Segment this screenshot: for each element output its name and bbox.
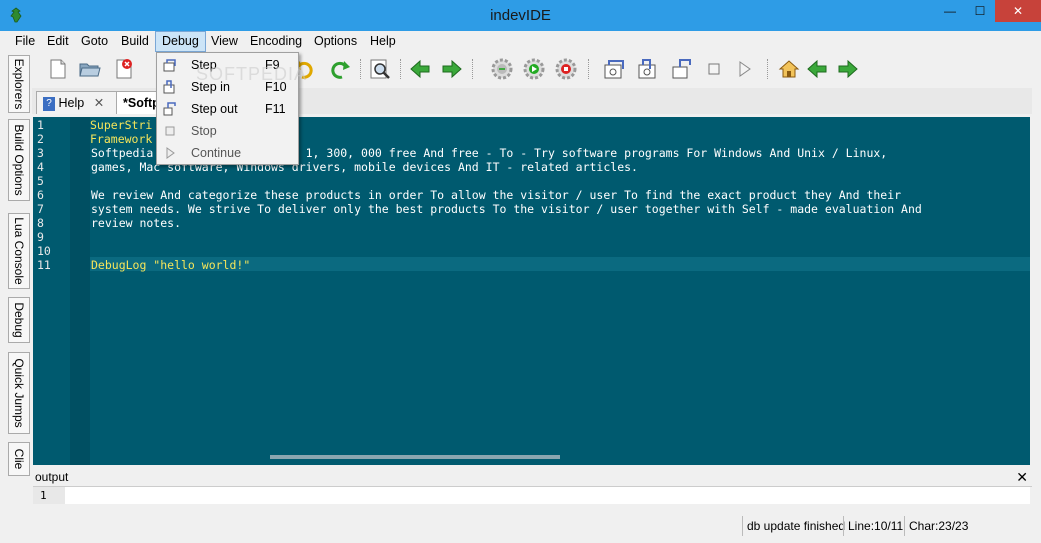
menu-build[interactable]: Build <box>115 33 155 50</box>
step-in-icon[interactable] <box>636 57 660 81</box>
home-icon[interactable] <box>777 57 801 81</box>
menu-help[interactable]: Help <box>364 33 402 50</box>
line-number: 10 <box>37 244 51 258</box>
line-number: 5 <box>37 174 44 188</box>
redo-icon[interactable] <box>328 57 352 81</box>
continue-icon[interactable] <box>732 57 756 81</box>
output-line-number: 1 <box>33 487 65 504</box>
horizontal-scrollbar[interactable] <box>90 452 1030 462</box>
maximize-button[interactable]: ☐ <box>965 0 995 22</box>
line-number: 9 <box>37 230 44 244</box>
output-header: output ✕ <box>33 468 1032 487</box>
run-gear-icon[interactable] <box>522 57 546 81</box>
output-panel: output ✕ 1 <box>33 468 1032 508</box>
menu-edit[interactable]: Edit <box>41 33 75 50</box>
title-bar: indevIDE — ☐ ✕ <box>0 0 1041 31</box>
nav-back-icon[interactable] <box>408 57 432 81</box>
history-forward-icon[interactable] <box>836 57 860 81</box>
side-tab-build-options[interactable]: Build Options <box>8 119 30 201</box>
stop-debug-icon[interactable] <box>702 57 726 81</box>
line-number: 8 <box>37 216 44 230</box>
find-icon[interactable] <box>368 57 392 81</box>
code-line: system needs. We strive To deliver only … <box>91 202 922 216</box>
line-number: 6 <box>37 188 44 202</box>
stop-icon <box>165 126 175 136</box>
tab-help[interactable]: ? Help ✕ <box>36 91 122 114</box>
output-title: output <box>35 470 69 484</box>
code-line: review notes. <box>91 216 182 230</box>
continue-icon <box>166 147 175 159</box>
status-message: db update finished <box>742 516 845 536</box>
side-tab-quick-jumps[interactable]: Quick Jumps <box>8 352 30 434</box>
side-dock: Explorers Build Options Lua Console Debu… <box>6 53 30 508</box>
line-number: 1 <box>37 118 44 132</box>
step-out-icon <box>163 102 176 116</box>
code-line: DebugLog "hello world!" <box>91 258 251 272</box>
nav-forward-icon[interactable] <box>440 57 464 81</box>
menu-debug[interactable]: Debug <box>155 31 206 52</box>
status-bar: db update finished Line:10/11 Char:23/23 <box>0 512 1041 543</box>
help-doc-icon: ? <box>43 96 55 111</box>
line-number: 11 <box>37 258 51 272</box>
open-folder-icon[interactable] <box>78 57 102 81</box>
output-body[interactable]: 1 <box>33 487 1030 504</box>
step-icon <box>163 59 176 72</box>
menu-bar: File Edit Goto Build Debug View Encoding… <box>0 31 1041 52</box>
tab-softpedia-label: *Softp <box>123 96 160 110</box>
close-file-icon[interactable] <box>112 57 136 81</box>
menu-goto[interactable]: Goto <box>75 33 114 50</box>
side-tab-lua-console[interactable]: Lua Console <box>8 213 30 289</box>
line-number: 7 <box>37 202 44 216</box>
debug-menu-stop[interactable]: Stop <box>159 120 296 142</box>
stop-gear-icon[interactable] <box>554 57 578 81</box>
menu-view[interactable]: View <box>205 33 244 50</box>
window-title: indevIDE <box>490 7 551 24</box>
code-line: Framework <box>90 132 153 146</box>
side-tab-debug[interactable]: Debug <box>8 297 30 343</box>
code-line: SuperStri <box>90 118 153 132</box>
debug-menu-continue[interactable]: Continue <box>159 142 296 164</box>
tab-help-label: Help <box>58 96 85 110</box>
line-number: 3 <box>37 146 44 160</box>
tab-close-icon[interactable]: ✕ <box>94 96 104 110</box>
code-line: We review And categorize these products … <box>91 188 902 202</box>
code-editor[interactable]: 1 2 3 4 5 6 7 8 9 10 11 SuperStri Framew… <box>33 117 1030 465</box>
history-back-icon[interactable] <box>805 57 829 81</box>
build-gear-icon[interactable] <box>490 57 514 81</box>
status-char: Char:23/23 <box>904 516 969 536</box>
close-button[interactable]: ✕ <box>995 0 1041 22</box>
debug-menu-step-out[interactable]: Step out F11 <box>159 98 296 120</box>
line-number: 4 <box>37 160 44 174</box>
menu-file[interactable]: File <box>9 33 41 50</box>
line-number: 2 <box>37 132 44 146</box>
menu-encoding[interactable]: Encoding <box>244 33 308 50</box>
output-close-icon[interactable]: ✕ <box>1016 468 1028 486</box>
step-icon[interactable] <box>602 57 626 81</box>
new-file-icon[interactable] <box>46 57 70 81</box>
minimize-button[interactable]: — <box>935 0 965 22</box>
softpedia-watermark: SOFTPEDIA <box>196 64 308 84</box>
status-line: Line:10/11 <box>843 516 906 536</box>
scrollbar-thumb[interactable] <box>270 455 560 459</box>
fold-margin <box>70 117 90 465</box>
menu-options[interactable]: Options <box>308 33 363 50</box>
step-in-icon <box>163 80 175 94</box>
side-tab-client[interactable]: Clie <box>8 442 30 476</box>
step-out-icon[interactable] <box>670 57 694 81</box>
side-tab-explorers[interactable]: Explorers <box>8 55 30 113</box>
